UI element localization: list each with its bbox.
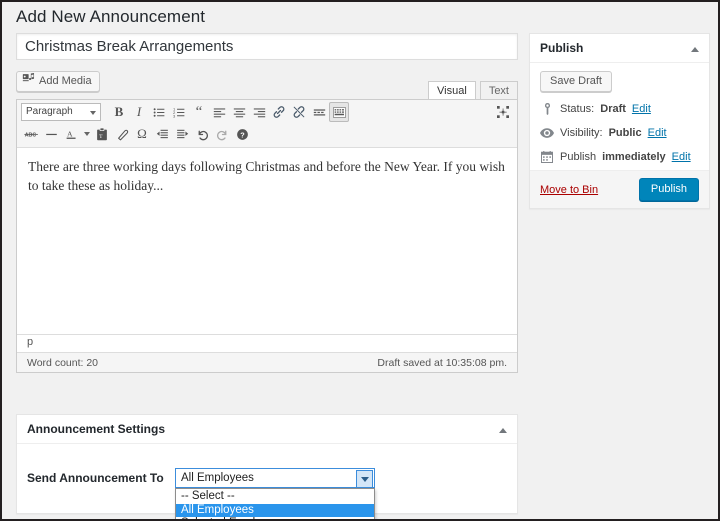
announcement-settings-title: Announcement Settings — [27, 422, 165, 436]
eye-icon — [540, 128, 554, 138]
bold-icon[interactable]: B — [109, 102, 129, 122]
announcement-settings-body: Send Announcement To All Employees -- Se… — [17, 444, 517, 513]
post-visibility-label: Visibility: — [560, 126, 603, 140]
post-schedule-row: Publish immediately Edit — [540, 150, 699, 164]
media-buttons-row: Add Media Visual Text — [16, 71, 518, 99]
clear-formatting-icon[interactable] — [112, 124, 132, 144]
format-select-value: Paragraph — [26, 106, 73, 117]
edit-schedule-link[interactable]: Edit — [672, 150, 691, 164]
align-right-icon[interactable] — [249, 102, 269, 122]
chevron-down-icon — [90, 111, 96, 115]
add-media-button[interactable]: Add Media — [16, 71, 100, 92]
post-status-row: Status: Draft Edit — [540, 102, 699, 116]
screenshot-frame: Add New Announcement Add Media Visual Te… — [0, 0, 720, 521]
chevron-up-icon[interactable] — [497, 424, 509, 436]
editor-toolbar-row-2: ABC A — [19, 123, 515, 145]
save-draft-button[interactable]: Save Draft — [540, 71, 612, 92]
svg-text:?: ? — [240, 130, 245, 139]
strikethrough-icon[interactable]: ABC — [21, 124, 41, 144]
tab-text[interactable]: Text — [480, 81, 518, 100]
post-title-input[interactable] — [16, 33, 518, 60]
send-announcement-to-field: All Employees -- Select -- All Employees… — [175, 468, 375, 488]
page-title: Add New Announcement — [16, 6, 205, 28]
send-announcement-to-dropdown: -- Select -- All Employees Selected Empl… — [175, 488, 375, 521]
publish-panel-body: Save Draft Status: Draft Edit — [530, 63, 709, 170]
post-sidebar-column: Publish Save Draft Status: Draft Edit — [529, 33, 710, 209]
send-announcement-to-select[interactable]: All Employees — [175, 468, 375, 488]
media-icon — [22, 72, 35, 92]
toolbar-toggle-icon[interactable] — [329, 102, 349, 122]
svg-text:A: A — [66, 129, 72, 138]
dropdown-option-all-employees[interactable]: All Employees — [176, 504, 374, 517]
post-visibility-value: Public — [609, 126, 642, 140]
post-content-area[interactable]: There are three working days following C… — [17, 148, 517, 334]
align-center-icon[interactable] — [229, 102, 249, 122]
chevron-down-icon[interactable] — [356, 470, 373, 488]
word-count: Word count: 20 — [27, 357, 98, 369]
insert-link-icon[interactable] — [269, 102, 289, 122]
announcement-settings-header: Announcement Settings — [17, 415, 517, 444]
fullscreen-icon[interactable] — [493, 102, 513, 122]
svg-text:ABC: ABC — [24, 132, 36, 138]
special-character-icon[interactable]: Ω — [132, 124, 152, 144]
edit-status-link[interactable]: Edit — [632, 102, 651, 116]
svg-text:3: 3 — [173, 113, 176, 118]
dropdown-option-selected-employee[interactable]: Selected Employee — [176, 517, 374, 521]
element-path: p — [17, 334, 517, 352]
editor-status-bar: Word count: 20 Draft saved at 10:35:08 p… — [17, 352, 517, 372]
dropdown-option-select[interactable]: -- Select -- — [176, 489, 374, 504]
chevron-up-icon[interactable] — [689, 43, 701, 55]
post-status-label: Status: — [560, 102, 594, 116]
insert-read-more-icon[interactable] — [309, 102, 329, 122]
send-announcement-to-label: Send Announcement To — [27, 471, 175, 485]
move-to-bin-link[interactable]: Move to Bin — [540, 184, 598, 196]
numbered-list-icon[interactable]: 1 2 3 — [169, 102, 189, 122]
text-color-chevron-icon[interactable] — [81, 124, 92, 144]
edit-visibility-link[interactable]: Edit — [648, 126, 667, 140]
blockquote-icon[interactable]: “ — [189, 102, 209, 122]
publish-panel-title: Publish — [540, 41, 583, 55]
tab-visual[interactable]: Visual — [428, 81, 476, 100]
editor-toolbar: Paragraph B I 1 2 — [17, 100, 517, 148]
post-visibility-row: Visibility: Public Edit — [540, 126, 699, 140]
italic-icon[interactable]: I — [129, 102, 149, 122]
editor-mode-tabs: Visual Text — [424, 81, 518, 100]
publish-panel-footer: Move to Bin Publish — [530, 170, 709, 208]
announcement-settings-panel: Announcement Settings Send Announcement … — [16, 414, 518, 514]
increase-indent-icon[interactable] — [172, 124, 192, 144]
publish-panel-header: Publish — [530, 34, 709, 63]
publish-button[interactable]: Publish — [639, 178, 699, 201]
draft-saved-status: Draft saved at 10:35:08 pm. — [377, 357, 507, 369]
text-color-icon[interactable]: A — [61, 124, 81, 144]
post-editor: Paragraph B I 1 2 — [16, 99, 518, 373]
pin-icon — [540, 103, 554, 115]
remove-link-icon[interactable] — [289, 102, 309, 122]
format-select[interactable]: Paragraph — [21, 103, 101, 121]
align-left-icon[interactable] — [209, 102, 229, 122]
add-media-label: Add Media — [39, 72, 92, 91]
editor-toolbar-row-1: Paragraph B I 1 2 — [19, 101, 515, 123]
publish-panel: Publish Save Draft Status: Draft Edit — [529, 33, 710, 209]
decrease-indent-icon[interactable] — [152, 124, 172, 144]
paste-as-text-icon[interactable]: T — [92, 124, 112, 144]
send-announcement-to-value: All Employees — [181, 472, 254, 484]
publish-schedule-value: immediately — [602, 150, 666, 164]
calendar-icon — [540, 151, 554, 163]
post-body-column: Add Media Visual Text Paragraph B I — [16, 33, 518, 373]
bulleted-list-icon[interactable] — [149, 102, 169, 122]
publish-schedule-label: Publish — [560, 150, 596, 164]
keyboard-shortcuts-icon[interactable]: ? — [232, 124, 252, 144]
undo-icon[interactable] — [192, 124, 212, 144]
post-status-value: Draft — [600, 102, 626, 116]
horizontal-line-icon[interactable] — [41, 124, 61, 144]
redo-icon[interactable] — [212, 124, 232, 144]
wp-admin-content: Add New Announcement Add Media Visual Te… — [4, 4, 720, 521]
svg-text:T: T — [99, 134, 103, 140]
